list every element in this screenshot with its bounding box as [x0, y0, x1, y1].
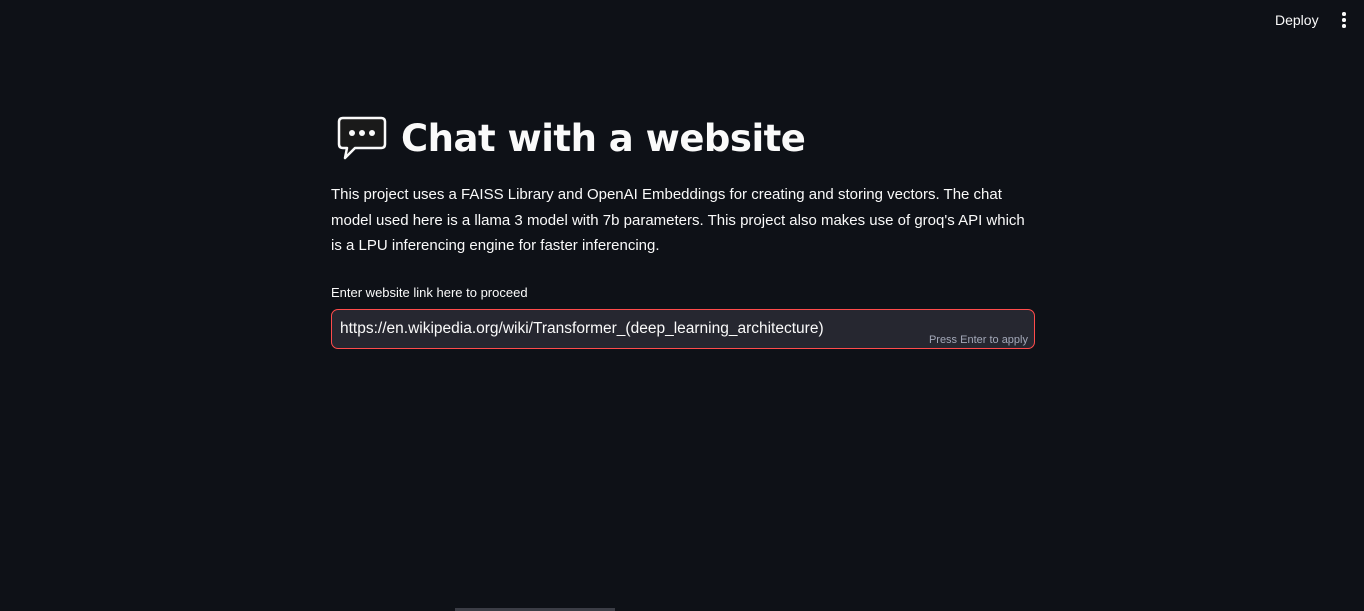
- url-input-container: Press Enter to apply: [331, 308, 1035, 349]
- page-title: Chat with a website: [331, 110, 1035, 166]
- title-text: Chat with a website: [401, 116, 806, 160]
- menu-dot: [1342, 24, 1346, 28]
- url-field-label: Enter website link here to proceed: [331, 284, 528, 300]
- deploy-button[interactable]: Deploy: [1266, 9, 1328, 31]
- main-content: Chat with a website This project uses a …: [331, 110, 1035, 349]
- app-header: Deploy: [0, 0, 1364, 40]
- kebab-menu-icon[interactable]: [1333, 9, 1355, 31]
- speech-bubble-icon: [337, 116, 387, 160]
- menu-dot: [1342, 18, 1346, 22]
- website-url-input[interactable]: [332, 309, 900, 348]
- project-description: This project uses a FAISS Library and Op…: [331, 186, 1025, 254]
- press-enter-hint: Press Enter to apply: [928, 333, 1028, 346]
- menu-dot: [1342, 12, 1346, 16]
